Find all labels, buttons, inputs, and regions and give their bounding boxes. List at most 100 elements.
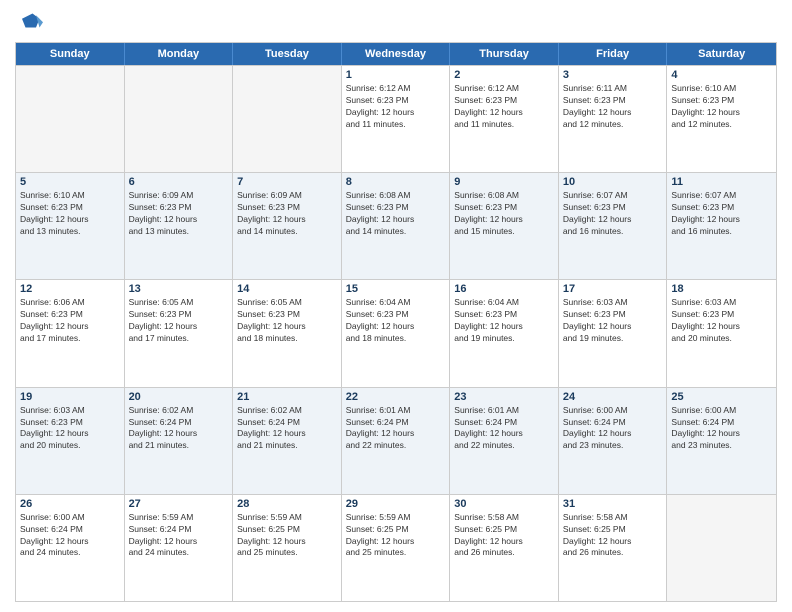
calendar-cell: 13 Sunrise: 6:05 AM Sunset: 6:23 PM Dayli… — [125, 280, 234, 386]
calendar-cell — [233, 66, 342, 172]
day-info: Sunrise: 5:59 AM Sunset: 6:24 PM Dayligh… — [129, 512, 229, 560]
day-number: 24 — [563, 391, 663, 403]
calendar-cell: 20 Sunrise: 6:02 AM Sunset: 6:24 PM Dayli… — [125, 388, 234, 494]
day-number: 14 — [237, 283, 337, 295]
day-info: Sunrise: 6:09 AM Sunset: 6:23 PM Dayligh… — [237, 190, 337, 238]
day-info: Sunrise: 6:10 AM Sunset: 6:23 PM Dayligh… — [671, 83, 772, 131]
day-info: Sunrise: 5:58 AM Sunset: 6:25 PM Dayligh… — [563, 512, 663, 560]
day-number: 5 — [20, 176, 120, 188]
calendar-cell: 26Sunrise: 6:00 AM Sunset: 6:24 PM Dayli… — [16, 495, 125, 601]
day-info: Sunrise: 6:04 AM Sunset: 6:23 PM Dayligh… — [454, 297, 554, 345]
day-number: 30 — [454, 498, 554, 510]
calendar-cell: 22 Sunrise: 6:01 AM Sunset: 6:24 PM Dayli… — [342, 388, 451, 494]
calendar-cell: 7 Sunrise: 6:09 AM Sunset: 6:23 PM Daylig… — [233, 173, 342, 279]
calendar-cell: 27 Sunrise: 5:59 AM Sunset: 6:24 PM Dayli… — [125, 495, 234, 601]
header-cell-tuesday: Tuesday — [233, 43, 342, 65]
day-info: Sunrise: 6:05 AM Sunset: 6:23 PM Dayligh… — [129, 297, 229, 345]
calendar-cell: 12 Sunrise: 6:06 AM Sunset: 6:23 PM Dayli… — [16, 280, 125, 386]
day-number: 31 — [563, 498, 663, 510]
calendar-cell: 14 Sunrise: 6:05 AM Sunset: 6:23 PM Dayli… — [233, 280, 342, 386]
day-number: 8 — [346, 176, 446, 188]
day-info: Sunrise: 6:00 AM Sunset: 6:24 PM Dayligh… — [563, 405, 663, 453]
day-info: Sunrise: 6:09 AM Sunset: 6:23 PM Dayligh… — [129, 190, 229, 238]
calendar-cell — [667, 495, 776, 601]
day-number: 22 — [346, 391, 446, 403]
day-number: 7 — [237, 176, 337, 188]
day-info: Sunrise: 5:59 AM Sunset: 6:25 PM Dayligh… — [346, 512, 446, 560]
calendar-cell: 4 Sunrise: 6:10 AM Sunset: 6:23 PM Daylig… — [667, 66, 776, 172]
calendar-body: 1 Sunrise: 6:12 AM Sunset: 6:23 PM Daylig… — [16, 65, 776, 601]
header-cell-wednesday: Wednesday — [342, 43, 451, 65]
day-number: 9 — [454, 176, 554, 188]
calendar-cell: 23 Sunrise: 6:01 AM Sunset: 6:24 PM Dayli… — [450, 388, 559, 494]
calendar-cell: 5 Sunrise: 6:10 AM Sunset: 6:23 PM Daylig… — [16, 173, 125, 279]
day-info: Sunrise: 6:08 AM Sunset: 6:23 PM Dayligh… — [346, 190, 446, 238]
day-info: Sunrise: 6:02 AM Sunset: 6:24 PM Dayligh… — [237, 405, 337, 453]
calendar-cell: 25 Sunrise: 6:00 AM Sunset: 6:24 PM Dayli… — [667, 388, 776, 494]
day-info: Sunrise: 6:03 AM Sunset: 6:23 PM Dayligh… — [563, 297, 663, 345]
calendar-cell: 2Sunrise: 6:12 AM Sunset: 6:23 PM Daylig… — [450, 66, 559, 172]
calendar-cell: 1 Sunrise: 6:12 AM Sunset: 6:23 PM Daylig… — [342, 66, 451, 172]
calendar-cell — [125, 66, 234, 172]
header-cell-monday: Monday — [125, 43, 234, 65]
calendar-cell: 29 Sunrise: 5:59 AM Sunset: 6:25 PM Dayli… — [342, 495, 451, 601]
page: SundayMondayTuesdayWednesdayThursdayFrid… — [0, 0, 792, 612]
day-info: Sunrise: 6:01 AM Sunset: 6:24 PM Dayligh… — [346, 405, 446, 453]
calendar-cell: 28Sunrise: 5:59 AM Sunset: 6:25 PM Dayli… — [233, 495, 342, 601]
calendar: SundayMondayTuesdayWednesdayThursdayFrid… — [15, 42, 777, 602]
day-info: Sunrise: 6:06 AM Sunset: 6:23 PM Dayligh… — [20, 297, 120, 345]
calendar-cell: 17 Sunrise: 6:03 AM Sunset: 6:23 PM Dayli… — [559, 280, 668, 386]
day-number: 1 — [346, 69, 446, 81]
day-number: 10 — [563, 176, 663, 188]
day-number: 25 — [671, 391, 772, 403]
day-info: Sunrise: 6:03 AM Sunset: 6:23 PM Dayligh… — [20, 405, 120, 453]
day-info: Sunrise: 6:10 AM Sunset: 6:23 PM Dayligh… — [20, 190, 120, 238]
day-number: 20 — [129, 391, 229, 403]
calendar-cell: 31 Sunrise: 5:58 AM Sunset: 6:25 PM Dayli… — [559, 495, 668, 601]
day-info: Sunrise: 6:08 AM Sunset: 6:23 PM Dayligh… — [454, 190, 554, 238]
day-info: Sunrise: 6:12 AM Sunset: 6:23 PM Dayligh… — [454, 83, 554, 131]
logo — [15, 10, 47, 38]
day-number: 3 — [563, 69, 663, 81]
calendar-cell: 21 Sunrise: 6:02 AM Sunset: 6:24 PM Dayli… — [233, 388, 342, 494]
header — [15, 10, 777, 38]
day-info: Sunrise: 6:01 AM Sunset: 6:24 PM Dayligh… — [454, 405, 554, 453]
day-number: 23 — [454, 391, 554, 403]
calendar-cell: 16Sunrise: 6:04 AM Sunset: 6:23 PM Dayli… — [450, 280, 559, 386]
calendar-row-3: 19 Sunrise: 6:03 AM Sunset: 6:23 PM Dayli… — [16, 387, 776, 494]
calendar-cell: 30 Sunrise: 5:58 AM Sunset: 6:25 PM Dayli… — [450, 495, 559, 601]
calendar-cell: 6Sunrise: 6:09 AM Sunset: 6:23 PM Daylig… — [125, 173, 234, 279]
day-number: 19 — [20, 391, 120, 403]
day-info: Sunrise: 6:03 AM Sunset: 6:23 PM Dayligh… — [671, 297, 772, 345]
calendar-cell: 24 Sunrise: 6:00 AM Sunset: 6:24 PM Dayli… — [559, 388, 668, 494]
day-info: Sunrise: 6:07 AM Sunset: 6:23 PM Dayligh… — [671, 190, 772, 238]
day-number: 4 — [671, 69, 772, 81]
day-info: Sunrise: 5:58 AM Sunset: 6:25 PM Dayligh… — [454, 512, 554, 560]
day-info: Sunrise: 6:02 AM Sunset: 6:24 PM Dayligh… — [129, 405, 229, 453]
calendar-cell: 3Sunrise: 6:11 AM Sunset: 6:23 PM Daylig… — [559, 66, 668, 172]
logo-icon — [15, 10, 43, 38]
calendar-header: SundayMondayTuesdayWednesdayThursdayFrid… — [16, 43, 776, 65]
calendar-row-2: 12 Sunrise: 6:06 AM Sunset: 6:23 PM Dayli… — [16, 279, 776, 386]
day-number: 13 — [129, 283, 229, 295]
header-cell-friday: Friday — [559, 43, 668, 65]
calendar-cell: 19 Sunrise: 6:03 AM Sunset: 6:23 PM Dayli… — [16, 388, 125, 494]
day-number: 17 — [563, 283, 663, 295]
day-number: 27 — [129, 498, 229, 510]
day-number: 18 — [671, 283, 772, 295]
day-info: Sunrise: 6:04 AM Sunset: 6:23 PM Dayligh… — [346, 297, 446, 345]
day-info: Sunrise: 6:00 AM Sunset: 6:24 PM Dayligh… — [671, 405, 772, 453]
day-number: 12 — [20, 283, 120, 295]
day-info: Sunrise: 6:05 AM Sunset: 6:23 PM Dayligh… — [237, 297, 337, 345]
calendar-cell — [16, 66, 125, 172]
calendar-cell: 11Sunrise: 6:07 AM Sunset: 6:23 PM Dayli… — [667, 173, 776, 279]
day-number: 26 — [20, 498, 120, 510]
calendar-cell: 10Sunrise: 6:07 AM Sunset: 6:23 PM Dayli… — [559, 173, 668, 279]
header-cell-saturday: Saturday — [667, 43, 776, 65]
day-number: 29 — [346, 498, 446, 510]
day-info: Sunrise: 5:59 AM Sunset: 6:25 PM Dayligh… — [237, 512, 337, 560]
day-number: 21 — [237, 391, 337, 403]
day-info: Sunrise: 6:12 AM Sunset: 6:23 PM Dayligh… — [346, 83, 446, 131]
header-cell-thursday: Thursday — [450, 43, 559, 65]
header-cell-sunday: Sunday — [16, 43, 125, 65]
